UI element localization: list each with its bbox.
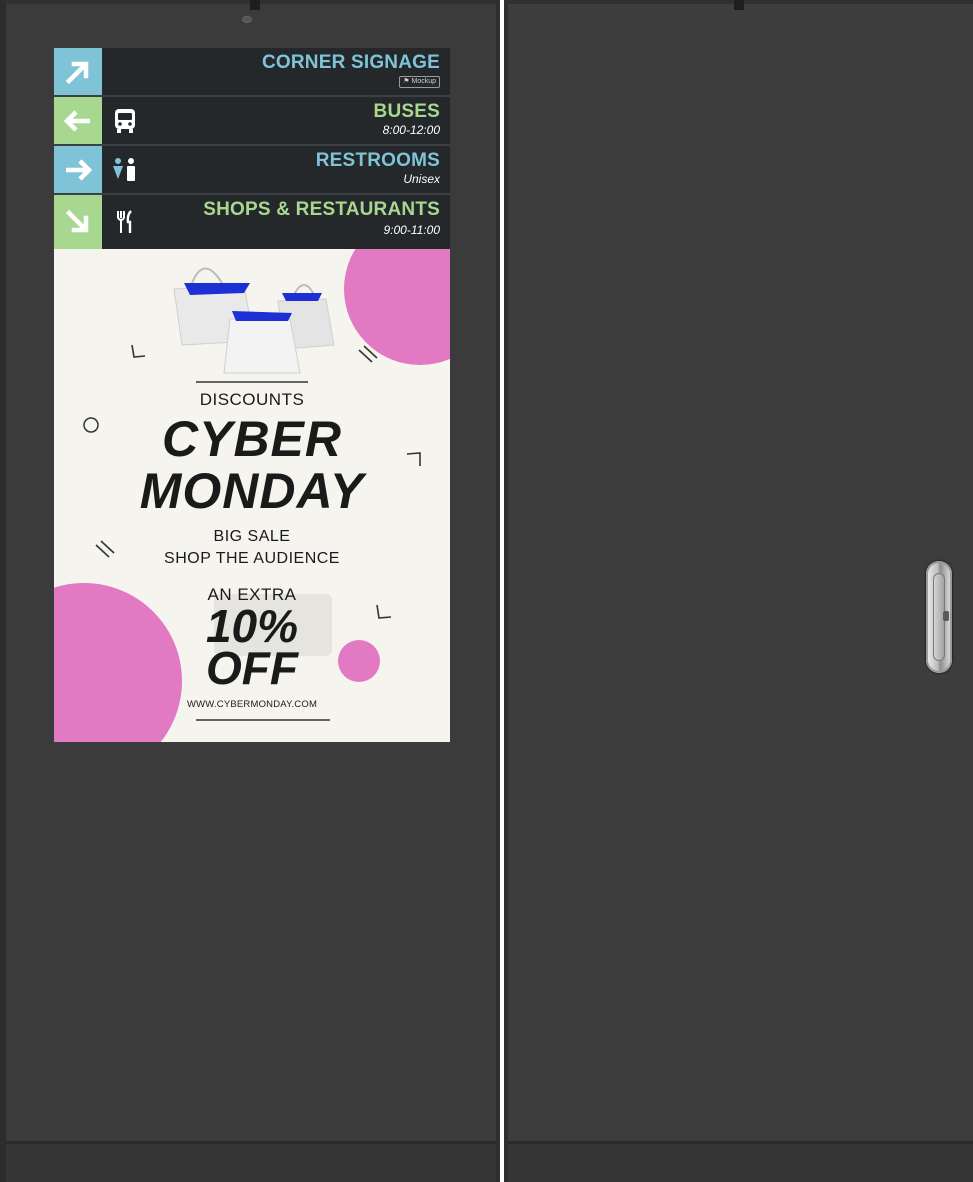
signage-row-title: CORNER SIGNAGE <box>261 52 440 73</box>
signage-row-subtitle: Unisex <box>403 172 440 186</box>
mount-bracket <box>250 0 260 10</box>
website-url: WWW.CYBERMONDAY.COM <box>186 699 318 710</box>
restroom-icon <box>110 146 140 193</box>
big-sale-text: BIG SALE <box>213 528 291 545</box>
headline-monday: MONDAY <box>139 463 365 519</box>
fork-knife-icon <box>110 195 140 249</box>
signage-row: RESTROOMS Unisex <box>54 146 450 195</box>
signage-row: BUSES 8:00-12:00 <box>54 97 450 146</box>
display-screen: CORNER SIGNAGE ⚑ Mockup BUSES 8:00-12:00… <box>54 48 450 742</box>
wayfinding-panel: CORNER SIGNAGE ⚑ Mockup BUSES 8:00-12:00… <box>54 48 450 249</box>
signage-row-title: BUSES <box>373 101 440 122</box>
bus-icon <box>110 97 140 144</box>
headline-cyber: CYBER <box>161 411 343 467</box>
southeast-arrow-icon <box>54 195 102 249</box>
right-kiosk-cabinet <box>504 0 973 1182</box>
door-handle[interactable] <box>926 561 952 673</box>
pink-circle-top <box>344 249 450 365</box>
shop-audience-text: SHOP THE AUDIENCE <box>164 550 340 567</box>
signage-row: CORNER SIGNAGE ⚑ Mockup <box>54 48 450 97</box>
camera-icon <box>242 16 252 23</box>
left-arrow-icon <box>54 97 102 144</box>
signage-row: SHOPS & RESTAURANTS 9:00-11:00 <box>54 195 450 249</box>
keyhole-icon <box>943 611 949 621</box>
signage-row-subtitle: 9:00-11:00 <box>383 223 441 237</box>
shopping-bags-icon <box>173 267 335 374</box>
cyber-monday-poster: DISCOUNTS CYBER MONDAY BIG SALE SHOP THE… <box>54 249 450 742</box>
mount-bracket <box>734 0 744 10</box>
mockup-badge-label: Mockup <box>411 78 436 85</box>
signage-row-subtitle: 8:00-12:00 <box>382 123 440 137</box>
signage-row-title: SHOPS & RESTAURANTS <box>203 199 440 220</box>
mockup-badge: ⚑ Mockup <box>399 76 440 88</box>
signage-row-title: RESTROOMS <box>315 150 440 171</box>
kiosk-base <box>508 1141 973 1182</box>
off-text: OFF <box>206 642 298 694</box>
right-arrow-icon <box>54 146 102 193</box>
discount-percent: 10% <box>205 600 299 652</box>
northeast-arrow-icon <box>54 48 102 95</box>
kiosk-base <box>6 1141 496 1182</box>
handle-grip <box>933 573 949 661</box>
discounts-label: DISCOUNTS <box>199 390 305 409</box>
